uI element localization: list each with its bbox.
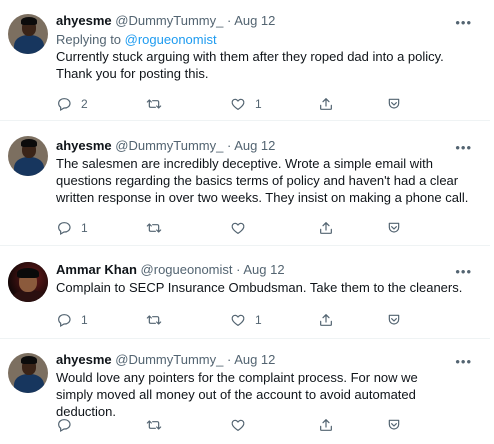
tweet-header: ahyesme @DummyTummy_ · Aug 12 [56, 138, 275, 154]
tweet-text: Would love any pointers for the complain… [56, 370, 418, 419]
like-button[interactable] [230, 417, 255, 433]
share-icon [318, 312, 334, 328]
share-button[interactable] [318, 220, 334, 236]
retweet-icon [146, 220, 162, 236]
tweet-text: Currently stuck arguing with them after … [56, 49, 444, 81]
tweet[interactable]: ahyesme @DummyTummy_ · Aug 12 ••• Replyi… [0, 0, 490, 121]
share-icon [318, 96, 334, 112]
share-button[interactable] [318, 312, 334, 328]
author-name[interactable]: ahyesme [56, 138, 112, 153]
replying-to: Replying to @rogueonomist [56, 32, 217, 48]
avatar[interactable] [8, 262, 48, 302]
like-button[interactable]: 1 [230, 312, 262, 328]
separator: · [223, 138, 235, 153]
retweet-button[interactable] [146, 220, 171, 236]
tweet[interactable]: ahyesme @DummyTummy_ · Aug 12 ••• The sa… [0, 121, 490, 246]
reply-count: 1 [81, 221, 88, 235]
retweet-icon [146, 312, 162, 328]
author-handle[interactable]: @DummyTummy_ [115, 352, 223, 367]
reply-button[interactable] [56, 417, 81, 433]
tip-button[interactable] [386, 417, 402, 433]
author-name[interactable]: ahyesme [56, 13, 112, 28]
more-icon[interactable]: ••• [455, 265, 472, 278]
reply-count: 1 [81, 313, 88, 327]
share-icon [318, 417, 334, 433]
tip-button[interactable] [386, 96, 402, 112]
reply-icon [56, 417, 72, 433]
author-handle[interactable]: @DummyTummy_ [115, 138, 223, 153]
reply-button[interactable]: 1 [56, 220, 88, 236]
like-button[interactable]: 1 [230, 96, 262, 112]
replying-to-link[interactable]: @rogueonomist [125, 32, 217, 47]
timestamp[interactable]: Aug 12 [234, 352, 275, 367]
separator: · [232, 262, 244, 277]
separator: · [223, 13, 235, 28]
retweet-button[interactable] [146, 417, 171, 433]
timestamp[interactable]: Aug 12 [234, 138, 275, 153]
reply-icon [56, 312, 72, 328]
share-icon [318, 220, 334, 236]
heart-icon [230, 220, 246, 236]
reply-icon [56, 220, 72, 236]
reply-button[interactable]: 2 [56, 96, 88, 112]
retweet-button[interactable] [146, 312, 171, 328]
reply-button[interactable]: 1 [56, 312, 88, 328]
avatar[interactable] [8, 353, 48, 393]
more-icon[interactable]: ••• [455, 141, 472, 154]
retweet-icon [146, 417, 162, 433]
like-count: 1 [255, 313, 262, 327]
tweet[interactable]: ahyesme @DummyTummy_ · Aug 12 ••• Would … [0, 339, 490, 444]
reply-count: 2 [81, 97, 88, 111]
retweet-button[interactable] [146, 96, 171, 112]
tip-icon [386, 312, 402, 328]
like-button[interactable] [230, 220, 255, 236]
author-handle[interactable]: @DummyTummy_ [115, 13, 223, 28]
timestamp[interactable]: Aug 12 [243, 262, 284, 277]
like-count: 1 [255, 97, 262, 111]
tweet-header: ahyesme @DummyTummy_ · Aug 12 [56, 352, 275, 368]
tweet-header: Ammar Khan @rogueonomist · Aug 12 [56, 262, 285, 278]
timestamp[interactable]: Aug 12 [234, 13, 275, 28]
author-handle[interactable]: @rogueonomist [141, 262, 233, 277]
tip-button[interactable] [386, 312, 402, 328]
tweet-text: Complain to SECP Insurance Ombudsman. Ta… [56, 280, 463, 295]
tip-icon [386, 417, 402, 433]
separator: · [223, 352, 235, 367]
tip-icon [386, 96, 402, 112]
tweet[interactable]: Ammar Khan @rogueonomist · Aug 12 ••• Co… [0, 246, 490, 339]
author-name[interactable]: ahyesme [56, 352, 112, 367]
avatar[interactable] [8, 14, 48, 54]
tweet-header: ahyesme @DummyTummy_ · Aug 12 [56, 13, 275, 29]
more-icon[interactable]: ••• [455, 355, 472, 368]
heart-icon [230, 312, 246, 328]
retweet-icon [146, 96, 162, 112]
heart-icon [230, 417, 246, 433]
tip-button[interactable] [386, 220, 402, 236]
heart-icon [230, 96, 246, 112]
share-button[interactable] [318, 96, 334, 112]
author-name[interactable]: Ammar Khan [56, 262, 137, 277]
tip-icon [386, 220, 402, 236]
share-button[interactable] [318, 417, 334, 433]
tweet-text: The salesmen are incredibly deceptive. W… [56, 156, 469, 205]
avatar[interactable] [8, 136, 48, 176]
more-icon[interactable]: ••• [455, 16, 472, 29]
reply-icon [56, 96, 72, 112]
replying-to-label: Replying to [56, 32, 125, 47]
